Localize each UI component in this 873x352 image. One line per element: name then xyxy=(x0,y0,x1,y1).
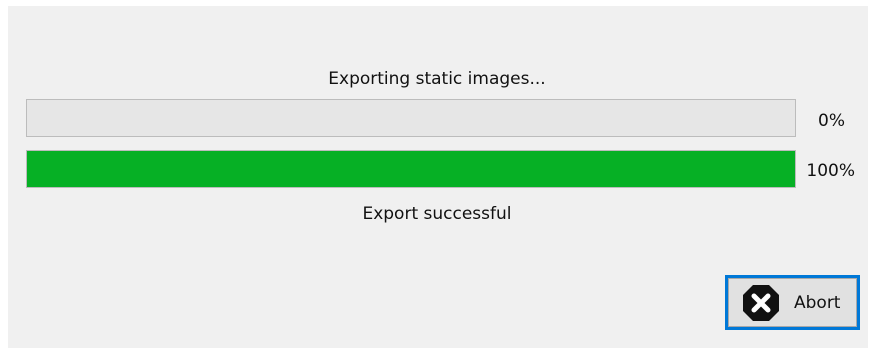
progress-percent-current: 0% xyxy=(818,111,845,131)
progress-bar-total-fill xyxy=(27,151,795,187)
abort-button[interactable]: Abort xyxy=(725,275,860,330)
abort-button-label: Abort xyxy=(794,292,841,313)
export-result-label: Export successful xyxy=(362,204,512,224)
abort-stop-icon xyxy=(742,284,780,322)
progress-bar-current xyxy=(26,99,796,137)
progress-percent-total: 100% xyxy=(806,161,855,181)
export-status-label: Exporting static images... xyxy=(328,69,546,89)
progress-bar-total xyxy=(26,150,796,188)
